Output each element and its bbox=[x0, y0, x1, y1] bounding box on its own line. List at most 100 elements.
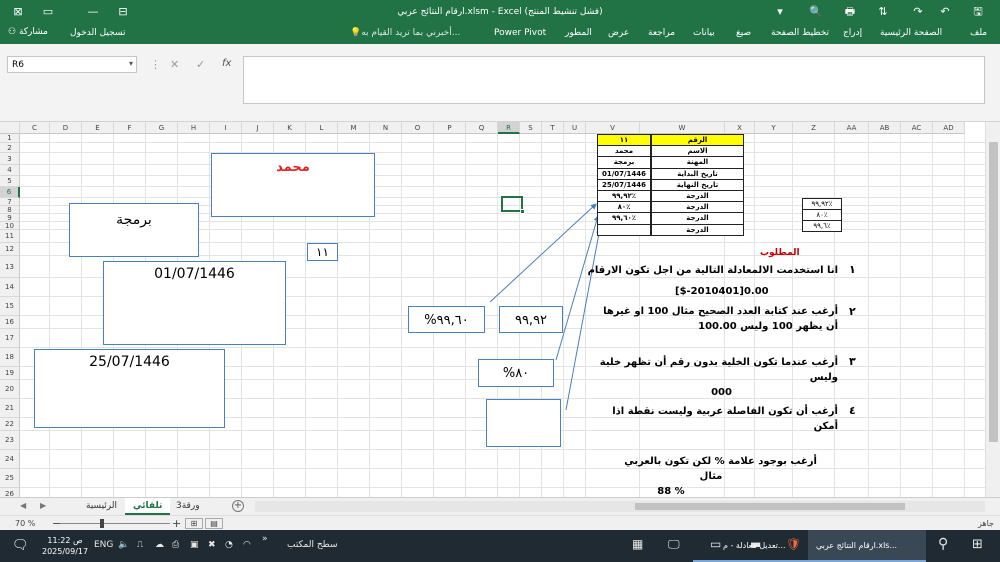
windows-start-icon[interactable]: ⊞ bbox=[972, 537, 983, 552]
row-header-25[interactable]: 25 bbox=[0, 469, 20, 488]
cancel-icon[interactable]: ✕ bbox=[170, 58, 179, 71]
formula-input[interactable] bbox=[243, 56, 985, 104]
column-header-J[interactable]: J bbox=[242, 122, 274, 134]
row-header-3[interactable]: 3 bbox=[0, 153, 20, 165]
tab-data[interactable]: بيانات bbox=[693, 28, 715, 38]
undo-icon[interactable]: ↶ bbox=[937, 4, 953, 20]
column-header-N[interactable]: N bbox=[370, 122, 402, 134]
row-header-6[interactable]: 6 bbox=[0, 187, 20, 198]
next-sheet-icon[interactable]: ▶ bbox=[40, 501, 46, 510]
row-header-13[interactable]: 13 bbox=[0, 256, 20, 278]
tab-developer[interactable]: المطور bbox=[565, 28, 592, 38]
row-header-4[interactable]: 4 bbox=[0, 165, 20, 176]
row-header-18[interactable]: 18 bbox=[0, 348, 20, 367]
taskbar-app-excel[interactable]: ارقام النتائج عربي.xls... bbox=[808, 530, 926, 562]
row-header-24[interactable]: 24 bbox=[0, 450, 20, 469]
wifi-icon[interactable]: ◠ bbox=[243, 540, 251, 550]
column-header-AB[interactable]: AB bbox=[869, 122, 901, 134]
tab-home[interactable]: الصفحة الرئيسية bbox=[880, 28, 942, 38]
sheet-tab-auto[interactable]: تلقائي bbox=[125, 498, 171, 515]
row-header-10[interactable]: 10 bbox=[0, 222, 20, 230]
enter-icon[interactable]: ✓ bbox=[196, 58, 205, 71]
side-table-cell[interactable]: ٩٩,٦٪ bbox=[802, 220, 842, 232]
zoom-slider[interactable] bbox=[60, 523, 170, 524]
sort-icon[interactable]: ⇅ bbox=[875, 4, 891, 20]
column-header-Q[interactable]: Q bbox=[466, 122, 498, 134]
column-header-F[interactable]: F bbox=[114, 122, 146, 134]
page-layout-view-button[interactable]: ▤ bbox=[205, 518, 223, 529]
chevron-up-icon[interactable]: » bbox=[262, 534, 268, 544]
language-indicator[interactable]: ENG bbox=[94, 540, 113, 550]
row-header-26[interactable]: 26 bbox=[0, 488, 20, 497]
print-preview-icon[interactable]: 🔍 bbox=[808, 4, 824, 20]
customize-qat-icon[interactable]: ▾ bbox=[772, 4, 788, 20]
tab-power-pivot[interactable]: Power Pivot bbox=[494, 28, 546, 38]
notifications-icon[interactable]: 🗨 bbox=[12, 538, 29, 553]
share-button[interactable]: ⚇ مشاركة bbox=[8, 27, 48, 37]
column-header-E[interactable]: E bbox=[82, 122, 114, 134]
restore-icon[interactable]: ▭ bbox=[40, 4, 56, 20]
tab-page-layout[interactable]: تخطيط الصفحة bbox=[771, 28, 829, 38]
ribbon-display-icon[interactable]: ⊟ bbox=[115, 4, 131, 20]
zoom-slider-thumb[interactable] bbox=[100, 519, 104, 528]
column-header-V[interactable]: V bbox=[586, 122, 640, 134]
calculator-icon[interactable]: ▦ bbox=[632, 537, 643, 551]
column-header-H[interactable]: H bbox=[178, 122, 210, 134]
prev-sheet-icon[interactable]: ◀ bbox=[20, 501, 26, 510]
column-header-AC[interactable]: AC bbox=[901, 122, 933, 134]
tab-formulas[interactable]: صيغ bbox=[736, 28, 751, 38]
zoom-level[interactable]: 70 % bbox=[15, 519, 35, 528]
row-header-9[interactable]: 9 bbox=[0, 214, 20, 222]
name-box-shape[interactable]: محمد bbox=[211, 153, 375, 217]
security-icon[interactable]: ✖ bbox=[208, 540, 216, 550]
column-header-M[interactable]: M bbox=[338, 122, 370, 134]
end-date-box[interactable]: 25/07/1446 bbox=[34, 349, 225, 428]
row-header-11[interactable]: 11 bbox=[0, 230, 20, 243]
row-header-21[interactable]: 21 bbox=[0, 399, 20, 418]
column-header-Y[interactable]: Y bbox=[755, 122, 793, 134]
info-cell-value[interactable] bbox=[597, 223, 651, 236]
row-header-23[interactable]: 23 bbox=[0, 431, 20, 450]
horizontal-scrollbar[interactable] bbox=[255, 501, 985, 512]
row-header-12[interactable]: 12 bbox=[0, 243, 20, 256]
empty-box[interactable] bbox=[486, 399, 561, 447]
column-header-C[interactable]: C bbox=[20, 122, 50, 134]
search-icon[interactable]: ⚲ bbox=[938, 536, 948, 552]
row-header-22[interactable]: 22 bbox=[0, 418, 20, 431]
tab-review[interactable]: مراجعة bbox=[648, 28, 675, 38]
column-header-P[interactable]: P bbox=[434, 122, 466, 134]
number-box[interactable]: ١١ bbox=[307, 243, 338, 261]
percent-b-box[interactable]: %٨٠ bbox=[478, 359, 554, 387]
row-header-5[interactable]: 5 bbox=[0, 176, 20, 187]
row-header-17[interactable]: 17 bbox=[0, 329, 20, 348]
job-box[interactable]: برمجة bbox=[69, 203, 199, 257]
name-box[interactable]: R6 ▾ bbox=[7, 56, 137, 73]
tab-file[interactable]: ملف bbox=[970, 28, 987, 38]
tell-me-box[interactable]: 💡أخبرني بما تريد القيام به... bbox=[350, 28, 460, 38]
insert-function-button[interactable]: fx bbox=[222, 58, 231, 69]
vertical-scrollbar[interactable] bbox=[985, 122, 1000, 497]
print-icon[interactable]: 🖶 bbox=[842, 4, 858, 20]
redo-icon[interactable]: ↷ bbox=[910, 4, 926, 20]
volume-icon[interactable]: 🔈 bbox=[118, 540, 129, 550]
row-header-15[interactable]: 15 bbox=[0, 297, 20, 316]
selected-cell[interactable] bbox=[501, 196, 525, 214]
column-header-S[interactable]: S bbox=[520, 122, 542, 134]
fill-handle[interactable] bbox=[520, 209, 525, 214]
tab-view[interactable]: عرض bbox=[608, 28, 629, 38]
office-icon[interactable]: ▣ bbox=[190, 540, 199, 550]
tab-insert[interactable]: إدراج bbox=[843, 28, 862, 38]
select-all-corner[interactable] bbox=[0, 122, 20, 134]
save-icon[interactable]: 🖫 bbox=[970, 4, 986, 20]
column-header-Z[interactable]: Z bbox=[793, 122, 835, 134]
onedrive-icon[interactable]: ☁ bbox=[155, 540, 164, 550]
network-icon[interactable]: ◔ bbox=[225, 540, 233, 550]
sheet-tab-3[interactable]: ورقة3 bbox=[168, 498, 208, 515]
zoom-in-button[interactable]: + bbox=[172, 517, 181, 530]
vertical-scroll-thumb[interactable] bbox=[989, 142, 998, 442]
row-header-14[interactable]: 14 bbox=[0, 278, 20, 297]
worksheet-grid[interactable]: C D E F G H I J K L M N O P Q R S T U V W X Y Z AA AB AC AD 1234567… bbox=[0, 122, 985, 497]
score-box[interactable]: ٩٩,٩٢ bbox=[499, 306, 563, 333]
row-header-16[interactable]: 16 bbox=[0, 316, 20, 329]
row-header-20[interactable]: 20 bbox=[0, 380, 20, 399]
